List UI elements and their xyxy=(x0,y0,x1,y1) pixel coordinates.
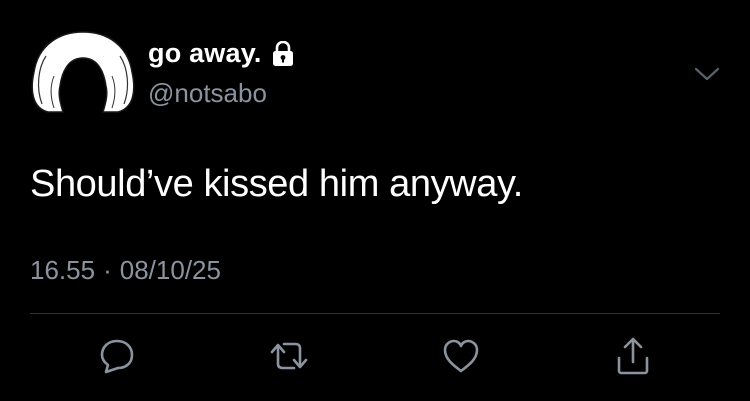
avatar[interactable] xyxy=(30,28,136,114)
timestamp[interactable]: 16.55 · 08/10/25 xyxy=(30,257,221,283)
share-icon xyxy=(617,337,649,375)
retweet-icon xyxy=(270,342,308,370)
more-options-button[interactable] xyxy=(692,62,722,86)
reply-icon xyxy=(100,339,134,374)
lock-icon xyxy=(272,40,293,66)
heart-icon xyxy=(443,339,479,373)
chevron-down-icon xyxy=(694,67,720,81)
tweet-time: 16.55 xyxy=(30,255,96,285)
display-name-row: go away. xyxy=(148,40,294,67)
timestamp-separator: · xyxy=(103,255,112,285)
tweet-text: Should’ve kissed him anyway. xyxy=(30,163,523,205)
tweet-card: go away. @notsabo Should’ve kissed him a… xyxy=(0,0,750,401)
like-button[interactable] xyxy=(440,335,482,377)
tweet-date: 08/10/25 xyxy=(119,255,221,285)
avatar-silhouette-icon xyxy=(31,31,135,113)
divider xyxy=(30,313,720,314)
user-handle[interactable]: @notsabo xyxy=(148,80,267,106)
reply-button[interactable] xyxy=(96,335,138,377)
share-button[interactable] xyxy=(612,335,654,377)
retweet-button[interactable] xyxy=(268,335,310,377)
display-name[interactable]: go away. xyxy=(148,40,262,67)
